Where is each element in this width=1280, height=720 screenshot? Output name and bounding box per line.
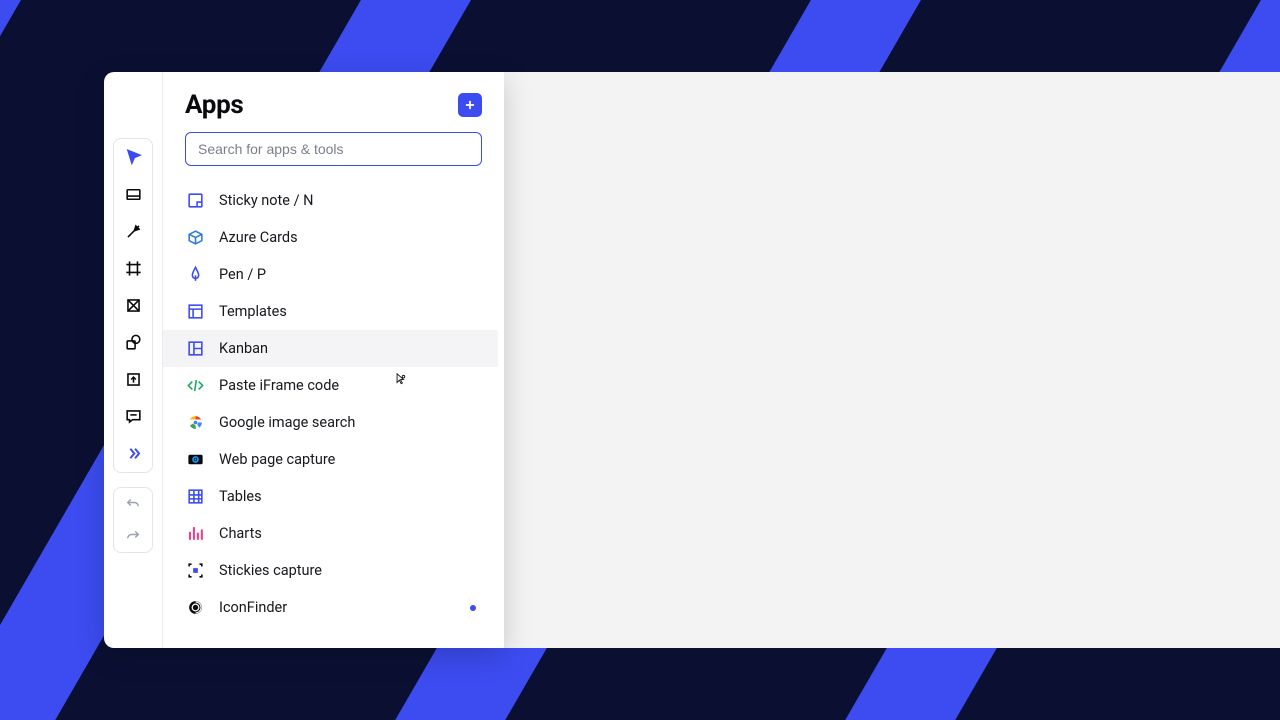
template-icon [185,302,205,322]
google-icon [185,413,205,433]
app-item-label: Sticky note / N [219,192,314,209]
app-item-label: Paste iFrame code [219,377,339,394]
tool-more[interactable] [114,435,152,472]
app-item-webcap[interactable]: Web page capture [163,441,498,478]
code-icon [185,376,205,396]
add-app-button[interactable] [458,93,482,117]
undo-button[interactable] [114,488,152,520]
kanban-icon [185,339,205,359]
app-item-tables[interactable]: Tables [163,478,498,515]
search-input[interactable] [185,132,482,166]
app-item-label: Pen / P [219,266,266,283]
canvas[interactable] [503,72,1280,648]
sticky-icon [185,191,205,211]
app-item-label: Templates [219,303,287,320]
tool-arrow[interactable] [114,213,152,250]
pen-icon [185,265,205,285]
table-icon [185,487,205,507]
panel-title: Apps [185,90,243,120]
app-item-label: Web page capture [219,451,335,468]
app-item-label: Google image search [219,414,355,431]
app-item-sticky[interactable]: Sticky note / N [163,182,498,219]
app-item-label: Azure Cards [219,229,298,246]
tool-placeholder[interactable] [114,287,152,324]
app-item-stkcap[interactable]: Stickies capture [163,552,498,589]
iconfinder-icon [185,598,205,618]
app-item-iconf[interactable]: IconFinder [163,589,498,626]
tool-comment[interactable] [114,398,152,435]
app-item-label: IconFinder [219,599,287,616]
toolbar [104,72,162,648]
tool-card[interactable] [114,176,152,213]
app-item-azure[interactable]: Azure Cards [163,219,498,256]
app-item-google[interactable]: Google image search [163,404,498,441]
tool-upload[interactable] [114,361,152,398]
app-item-label: Stickies capture [219,562,322,579]
plus-icon [463,98,477,112]
tool-shapes[interactable] [114,324,152,361]
app-item-label: Kanban [219,340,268,357]
apps-panel: Apps Sticky note / N Azure Cards Pen / P Te… [162,72,504,648]
capture-icon [185,561,205,581]
chart-icon [185,524,205,544]
new-indicator-dot [470,605,476,611]
app-item-tmpl[interactable]: Templates [163,293,498,330]
app-item-label: Tables [219,488,262,505]
app-item-iframe[interactable]: Paste iFrame code [163,367,498,404]
undo-redo-group [113,487,153,553]
tool-select[interactable] [114,139,152,176]
app-item-kanban[interactable]: Kanban [163,330,498,367]
app-item-label: Charts [219,525,262,542]
app-window: Apps Sticky note / N Azure Cards Pen / P Te… [104,72,504,648]
eye-icon [185,450,205,470]
azure-icon [185,228,205,248]
app-item-charts[interactable]: Charts [163,515,498,552]
app-item-pen[interactable]: Pen / P [163,256,498,293]
tool-group [113,138,153,473]
tool-frame[interactable] [114,250,152,287]
apps-list[interactable]: Sticky note / N Azure Cards Pen / P Templat… [163,176,498,648]
redo-button[interactable] [114,520,152,552]
